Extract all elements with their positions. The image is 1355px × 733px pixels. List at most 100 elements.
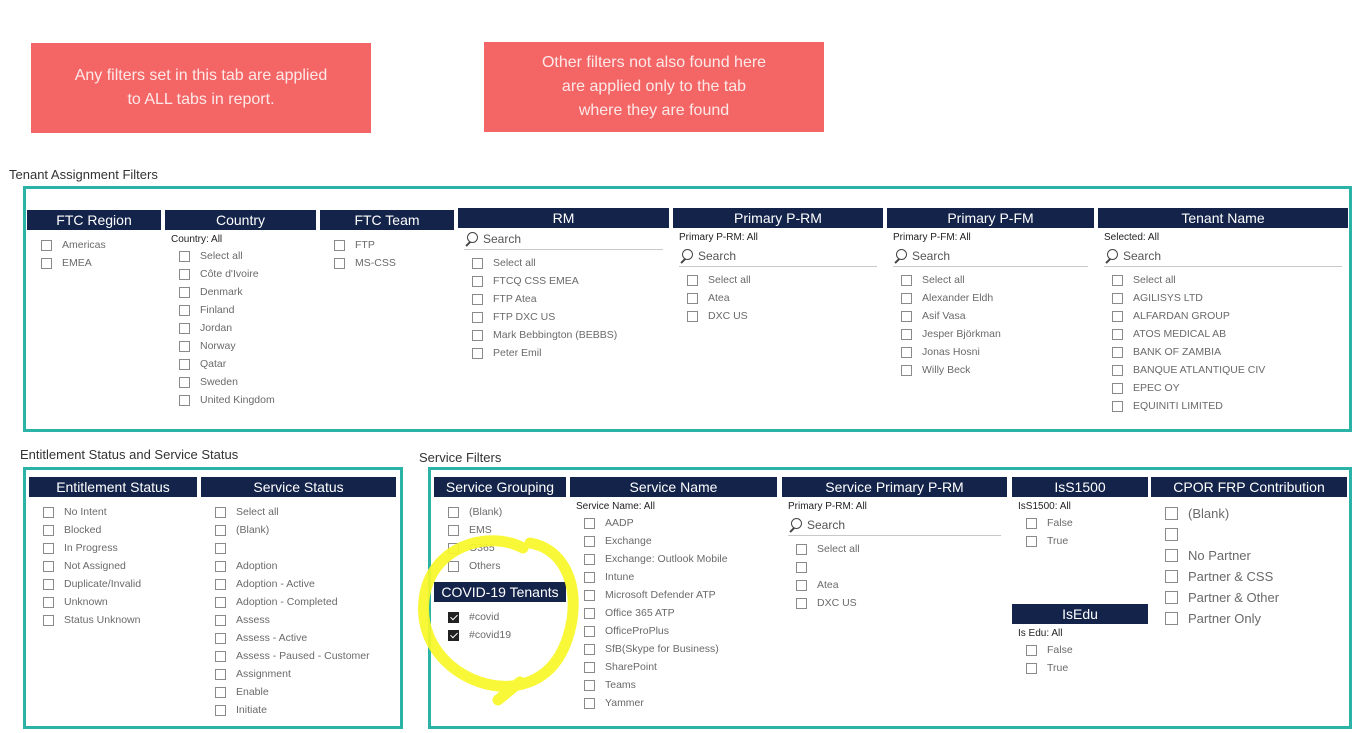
slicer-item[interactable]: DXC US	[782, 594, 1007, 612]
slicer-item[interactable]: Assess - Paused - Customer	[201, 647, 396, 665]
checkbox[interactable]	[43, 524, 54, 536]
checkbox[interactable]	[584, 643, 595, 655]
checkbox[interactable]	[179, 322, 190, 334]
slicer-item[interactable]: (Blank)	[201, 521, 396, 539]
checkbox[interactable]	[472, 329, 483, 341]
checkbox[interactable]	[1165, 591, 1178, 604]
checkbox[interactable]	[1165, 528, 1178, 541]
slicer-item[interactable]: Assess - Active	[201, 629, 396, 647]
checkbox[interactable]	[472, 275, 483, 287]
checkbox[interactable]	[179, 340, 190, 352]
checkbox[interactable]	[43, 560, 54, 572]
slicer-search-box[interactable]: Search	[788, 516, 1001, 536]
checkbox[interactable]	[215, 506, 226, 518]
slicer-item[interactable]: Jonas Hosni	[887, 343, 1094, 361]
slicer-item[interactable]: Partner & Other	[1151, 587, 1347, 608]
checkbox[interactable]	[215, 578, 226, 590]
slicer-item[interactable]: Select all	[1098, 271, 1348, 289]
checkbox[interactable]	[1112, 364, 1123, 376]
slicer-item[interactable]: Mark Bebbington (BEBBS)	[458, 326, 669, 344]
slicer-item[interactable]: Atea	[782, 576, 1007, 594]
slicer-item[interactable]: AGILISYS LTD	[1098, 289, 1348, 307]
slicer-search-box[interactable]: Search	[679, 247, 877, 267]
slicer-item[interactable]: Office 365 ATP	[570, 604, 777, 622]
checkbox[interactable]	[901, 310, 912, 322]
slicer-item[interactable]: FTCQ CSS EMEA	[458, 272, 669, 290]
slicer-item[interactable]: No Intent	[29, 503, 197, 521]
slicer-item[interactable]	[1151, 524, 1347, 545]
slicer-item[interactable]: FTP DXC US	[458, 308, 669, 326]
slicer-item[interactable]: Yammer	[570, 694, 777, 712]
checkbox[interactable]	[584, 697, 595, 709]
slicer-item[interactable]: Intune	[570, 568, 777, 586]
checkbox[interactable]	[215, 632, 226, 644]
slicer-item[interactable]: Select all	[165, 247, 316, 265]
checkbox[interactable]	[687, 292, 698, 304]
slicer-item[interactable]: Sweden	[165, 373, 316, 391]
checkbox[interactable]	[687, 274, 698, 286]
checkbox[interactable]	[179, 250, 190, 262]
checkbox-checked[interactable]	[448, 611, 459, 623]
checkbox[interactable]	[334, 257, 345, 269]
slicer-item[interactable]: EPEC OY	[1098, 379, 1348, 397]
checkbox[interactable]	[215, 686, 226, 698]
slicer-item[interactable]: Alexander Eldh	[887, 289, 1094, 307]
checkbox[interactable]	[584, 661, 595, 673]
slicer-item[interactable]: Adoption - Completed	[201, 593, 396, 611]
checkbox[interactable]	[179, 304, 190, 316]
checkbox[interactable]	[215, 650, 226, 662]
slicer-item[interactable]: False	[1012, 641, 1148, 659]
checkbox[interactable]	[1026, 535, 1037, 547]
checkbox[interactable]	[584, 535, 595, 547]
slicer-item[interactable]: AADP	[570, 514, 777, 532]
slicer-item[interactable]: Adoption - Active	[201, 575, 396, 593]
checkbox[interactable]	[1112, 382, 1123, 394]
checkbox[interactable]	[584, 571, 595, 583]
checkbox[interactable]	[584, 589, 595, 601]
slicer-item[interactable]: Blocked	[29, 521, 197, 539]
checkbox[interactable]	[584, 679, 595, 691]
checkbox[interactable]	[796, 543, 807, 555]
slicer-item[interactable]: Jordan	[165, 319, 316, 337]
checkbox[interactable]	[472, 311, 483, 323]
slicer-item[interactable]: OfficeProPlus	[570, 622, 777, 640]
checkbox[interactable]	[1165, 612, 1178, 625]
checkbox[interactable]	[1112, 310, 1123, 322]
slicer-item[interactable]: SfB(Skype for Business)	[570, 640, 777, 658]
checkbox[interactable]	[584, 607, 595, 619]
checkbox[interactable]	[215, 614, 226, 626]
slicer-item[interactable]: Select all	[458, 254, 669, 272]
slicer-item[interactable]: Qatar	[165, 355, 316, 373]
slicer-item[interactable]: FTP Atea	[458, 290, 669, 308]
checkbox[interactable]	[215, 668, 226, 680]
slicer-item[interactable]: #covid19	[434, 626, 566, 644]
checkbox[interactable]	[1026, 662, 1037, 674]
slicer-item[interactable]: Unknown	[29, 593, 197, 611]
checkbox[interactable]	[215, 704, 226, 716]
checkbox[interactable]	[43, 596, 54, 608]
slicer-item[interactable]: Assess	[201, 611, 396, 629]
checkbox[interactable]	[1112, 346, 1123, 358]
slicer-item[interactable]: EQUINITI LIMITED	[1098, 397, 1348, 415]
checkbox[interactable]	[448, 506, 459, 518]
checkbox[interactable]	[901, 328, 912, 340]
slicer-item[interactable]: Americas	[27, 236, 161, 254]
checkbox[interactable]	[1026, 517, 1037, 529]
slicer-item[interactable]: Duplicate/Invalid	[29, 575, 197, 593]
slicer-search-box[interactable]: Search	[1104, 247, 1342, 267]
checkbox[interactable]	[43, 614, 54, 626]
checkbox-checked[interactable]	[448, 629, 459, 641]
slicer-item[interactable]: (Blank)	[1151, 503, 1347, 524]
checkbox[interactable]	[41, 239, 52, 251]
checkbox[interactable]	[796, 561, 807, 573]
slicer-item[interactable]: Jesper Björkman	[887, 325, 1094, 343]
slicer-item[interactable]: True	[1012, 659, 1148, 677]
slicer-item[interactable]: False	[1012, 514, 1148, 532]
slicer-item[interactable]: BANK OF ZAMBIA	[1098, 343, 1348, 361]
slicer-item[interactable]: In Progress	[29, 539, 197, 557]
checkbox[interactable]	[448, 524, 459, 536]
checkbox[interactable]	[584, 553, 595, 565]
slicer-item[interactable]: EMEA	[27, 254, 161, 272]
slicer-item[interactable]: (Blank)	[434, 503, 566, 521]
checkbox[interactable]	[472, 347, 483, 359]
